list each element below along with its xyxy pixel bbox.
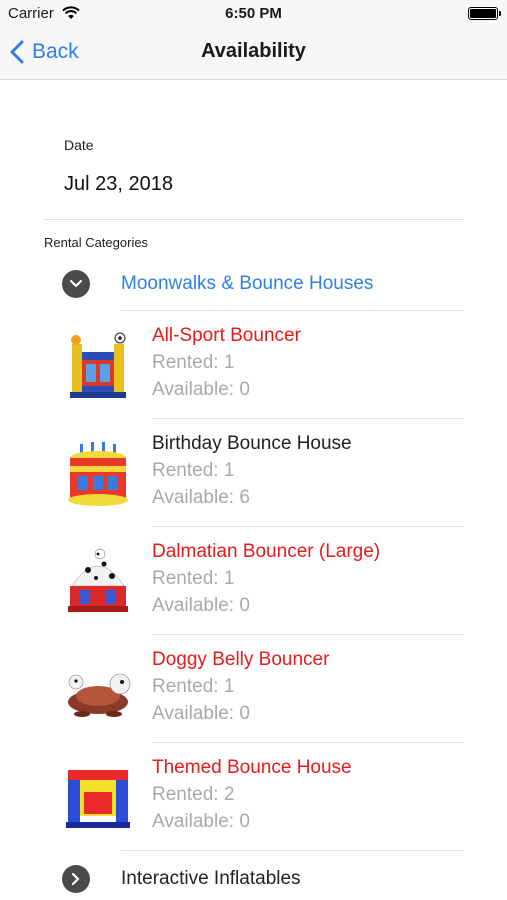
item-name: Birthday Bounce House xyxy=(152,433,352,454)
item-available-count: Available: 0 xyxy=(152,595,250,616)
themed-bounce-house-image xyxy=(66,770,130,828)
chevron-down-icon xyxy=(62,270,90,298)
item-available-count: Available: 0 xyxy=(152,379,250,400)
item-available-count: Available: 0 xyxy=(152,811,250,832)
item-available-count: Available: 6 xyxy=(152,487,250,508)
rental-item-all-sport-bouncer[interactable]: All-Sport Bouncer Rented: 1 Available: 0 xyxy=(0,318,507,426)
rental-item-doggy-belly-bouncer[interactable]: Doggy Belly Bouncer Rented: 1 Available:… xyxy=(0,642,507,750)
birthday-bounce-house-image xyxy=(68,442,128,506)
rental-item-birthday-bounce-house[interactable]: Birthday Bounce House Rented: 1 Availabl… xyxy=(0,426,507,534)
item-rented-count: Rented: 1 xyxy=(152,352,235,373)
all-sport-bouncer-image xyxy=(70,332,126,398)
divider xyxy=(44,219,464,220)
divider xyxy=(152,634,464,635)
date-picker-value[interactable]: Jul 23, 2018 xyxy=(64,173,173,196)
divider xyxy=(152,526,464,527)
date-label: Date xyxy=(64,137,94,153)
category-moonwalks-bounce-houses[interactable]: Moonwalks & Bounce Houses xyxy=(62,269,373,299)
page-title: Availability xyxy=(201,40,306,62)
item-name: Themed Bounce House xyxy=(152,757,352,778)
category-label: Moonwalks & Bounce Houses xyxy=(121,273,374,294)
category-interactive-inflatables[interactable]: Interactive Inflatables xyxy=(62,864,301,894)
item-available-count: Available: 0 xyxy=(152,703,250,724)
item-name: Doggy Belly Bouncer xyxy=(152,649,330,670)
item-name: All-Sport Bouncer xyxy=(152,325,301,346)
status-bar: Carrier 6:50 PM xyxy=(0,0,507,26)
dalmatian-bouncer-image xyxy=(68,548,128,612)
item-rented-count: Rented: 1 xyxy=(152,676,235,697)
divider xyxy=(152,742,464,743)
item-rented-count: Rented: 1 xyxy=(152,568,235,589)
item-rented-count: Rented: 2 xyxy=(152,784,235,805)
navigation-bar: Back Availability xyxy=(0,26,507,80)
rental-item-themed-bounce-house[interactable]: Themed Bounce House Rented: 2 Available:… xyxy=(0,750,507,858)
divider xyxy=(121,310,464,311)
clock: 6:50 PM xyxy=(225,5,282,22)
divider xyxy=(152,418,464,419)
item-rented-count: Rented: 1 xyxy=(152,460,235,481)
divider xyxy=(121,850,464,851)
doggy-belly-bouncer-image xyxy=(68,673,131,717)
rental-categories-label: Rental Categories xyxy=(44,235,149,250)
battery-icon xyxy=(468,7,501,20)
category-label: Interactive Inflatables xyxy=(121,868,301,889)
item-name: Dalmatian Bouncer (Large) xyxy=(152,541,381,562)
chevron-right-icon xyxy=(62,865,90,893)
rental-item-dalmatian-bouncer-large[interactable]: Dalmatian Bouncer (Large) Rented: 1 Avai… xyxy=(0,534,507,642)
